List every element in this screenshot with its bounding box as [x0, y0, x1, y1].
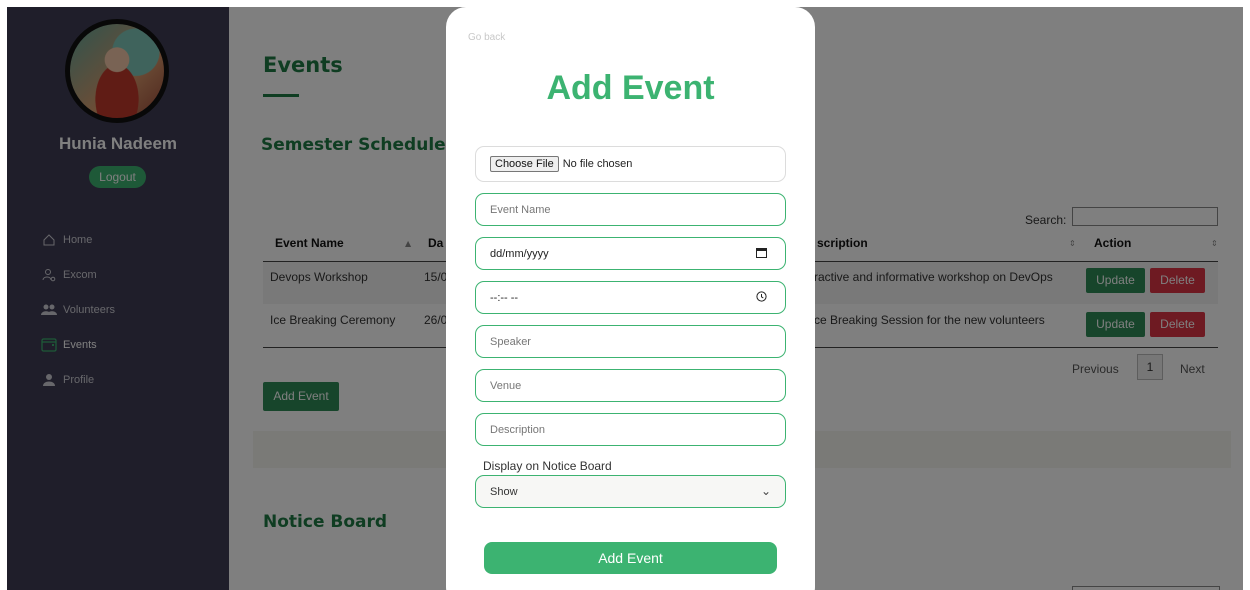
choose-file-button[interactable]: Choose File [490, 156, 559, 172]
notice-board-label: Display on Notice Board [483, 459, 612, 473]
time-placeholder: --:-- -- [490, 291, 519, 304]
file-status: No file chosen [562, 158, 633, 170]
event-name-field[interactable]: Event Name [475, 193, 786, 226]
chevron-down-icon: ⌄ [760, 484, 771, 498]
calendar-picker-icon[interactable] [756, 247, 767, 261]
modal-title: Add Event [546, 69, 715, 107]
add-event-submit-button[interactable]: Add Event [484, 542, 777, 574]
app-frame: Hunia Nadeem Logout Home Excom Volunteer… [7, 7, 1243, 590]
speaker-field[interactable]: Speaker [475, 325, 786, 358]
clock-icon[interactable] [756, 291, 767, 305]
notice-board-select[interactable]: Show ⌄ [475, 475, 786, 508]
add-event-modal: Go back Add Event Choose File No file ch… [446, 7, 815, 590]
notice-board-value: Show [490, 485, 518, 498]
time-field[interactable]: --:-- -- [475, 281, 786, 314]
go-back-link[interactable]: Go back [468, 32, 505, 43]
venue-field[interactable]: Venue [475, 369, 786, 402]
date-placeholder: dd/mm/yyyy [490, 247, 549, 260]
date-field[interactable]: dd/mm/yyyy [475, 237, 786, 270]
file-input[interactable]: Choose File No file chosen [475, 146, 786, 182]
description-field[interactable]: Description [475, 413, 786, 446]
